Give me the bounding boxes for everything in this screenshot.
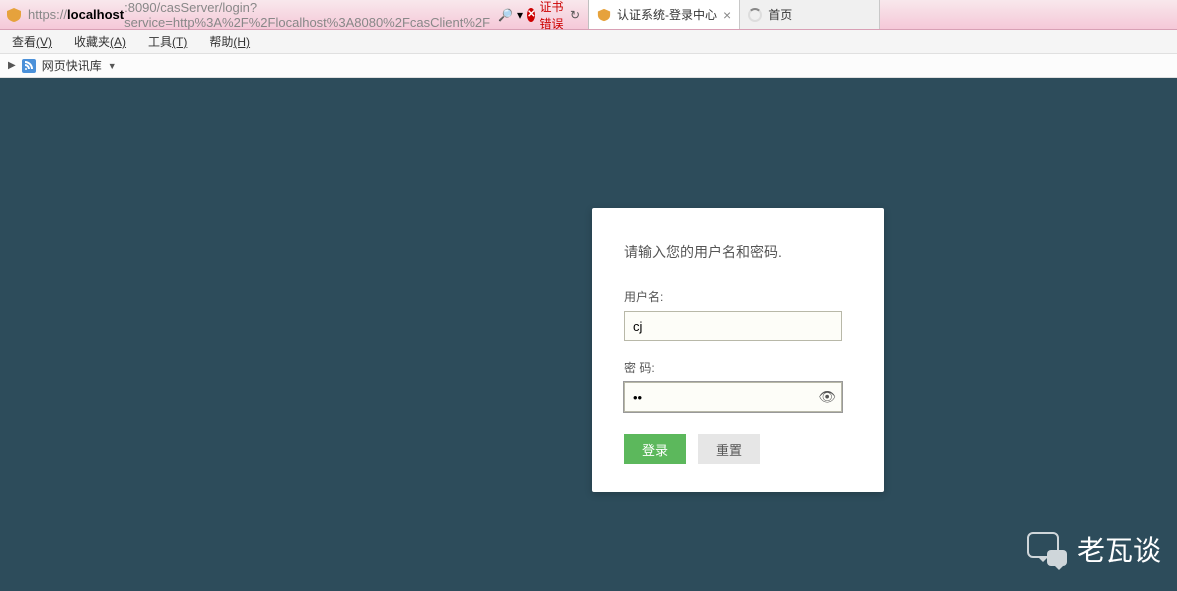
watermark-text: 老瓦谈 xyxy=(1077,529,1161,569)
menu-favorites[interactable]: 收藏夹(A) xyxy=(74,33,126,50)
url-host: localhost xyxy=(67,7,124,22)
wechat-icon xyxy=(1027,532,1067,566)
tab-title: 首页 xyxy=(768,6,871,23)
favorites-bar: ▶ 网页快讯库 ▼ xyxy=(0,54,1177,78)
menu-bar: 查看(V) 收藏夹(A) 工具(T) 帮助(H) xyxy=(0,30,1177,54)
username-input[interactable] xyxy=(624,311,842,341)
page-content: 请输入您的用户名和密码. 用户名: 密 码: 👁 登录 重置 老瓦谈 xyxy=(0,78,1177,591)
site-icon xyxy=(6,6,22,24)
url-section: https://localhost:8090/casServer/login?s… xyxy=(0,0,589,29)
close-icon[interactable]: × xyxy=(723,7,731,23)
menu-tools[interactable]: 工具(T) xyxy=(148,33,187,50)
login-heading: 请输入您的用户名和密码. xyxy=(624,242,852,262)
fav-arrow-icon[interactable]: ▶ xyxy=(8,60,16,71)
dropdown-icon[interactable]: ▼ xyxy=(108,61,117,71)
site-icon xyxy=(597,8,611,22)
login-button[interactable]: 登录 xyxy=(624,434,686,464)
url-rest: :8090/casServer/login?service=http%3A%2F… xyxy=(124,0,490,30)
fav-label[interactable]: 网页快讯库 xyxy=(42,57,102,74)
button-row: 登录 重置 xyxy=(624,434,852,464)
reset-button[interactable]: 重置 xyxy=(698,434,760,464)
url-buttons: 🔎 ▾ ✕ 证书错误 ↻ xyxy=(490,0,588,32)
username-label: 用户名: xyxy=(624,288,852,305)
menu-view[interactable]: 查看(V) xyxy=(12,33,52,50)
tab-title: 认证系统-登录中心 xyxy=(617,6,717,23)
eye-icon[interactable]: 👁 xyxy=(818,389,836,406)
menu-help[interactable]: 帮助(H) xyxy=(209,33,250,50)
address-bar: https://localhost:8090/casServer/login?s… xyxy=(0,0,1177,30)
watermark: 老瓦谈 xyxy=(1027,529,1161,569)
url-input[interactable]: https://localhost:8090/casServer/login?s… xyxy=(26,0,490,29)
cert-error-text: 证书错误 xyxy=(539,0,565,32)
url-separator: ▾ xyxy=(517,8,523,22)
search-icon[interactable]: 🔎 xyxy=(498,8,513,22)
tab-homepage[interactable]: 首页 xyxy=(740,0,880,29)
password-label: 密 码: xyxy=(624,359,852,376)
login-card: 请输入您的用户名和密码. 用户名: 密 码: 👁 登录 重置 xyxy=(592,208,884,492)
loading-icon xyxy=(748,8,762,22)
password-input[interactable] xyxy=(624,382,842,412)
url-prefix: https:// xyxy=(28,7,67,22)
refresh-icon[interactable]: ↻ xyxy=(570,8,580,22)
cert-error-badge[interactable]: ✕ 证书错误 xyxy=(527,0,566,32)
tabs-section: 认证系统-登录中心 × 首页 xyxy=(589,0,1177,29)
feed-icon xyxy=(22,59,36,73)
cert-error-icon: ✕ xyxy=(527,8,535,22)
tab-auth-login[interactable]: 认证系统-登录中心 × xyxy=(589,0,740,29)
